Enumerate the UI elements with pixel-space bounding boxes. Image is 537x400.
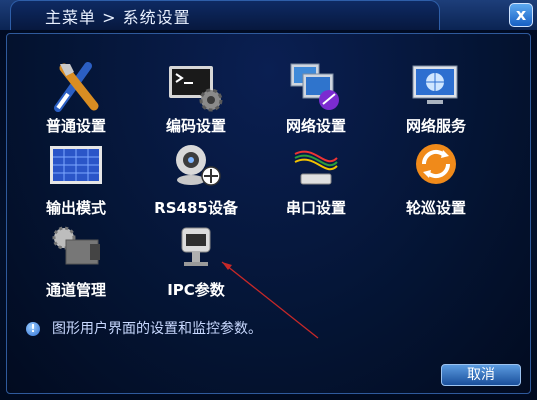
- cancel-button[interactable]: 取消: [441, 364, 521, 386]
- annotation-arrow: [221, 261, 319, 339]
- info-text: 图形用户界面的设置和监控参数。: [52, 321, 262, 337]
- info-line: ! 图形用户界面的设置和监控参数。: [26, 318, 262, 338]
- info-icon: !: [26, 322, 40, 336]
- settings-window: 主菜单 > 系统设置 x 普通设置 编码设置 网络设置 网络服务 输出模式 RS…: [0, 0, 537, 400]
